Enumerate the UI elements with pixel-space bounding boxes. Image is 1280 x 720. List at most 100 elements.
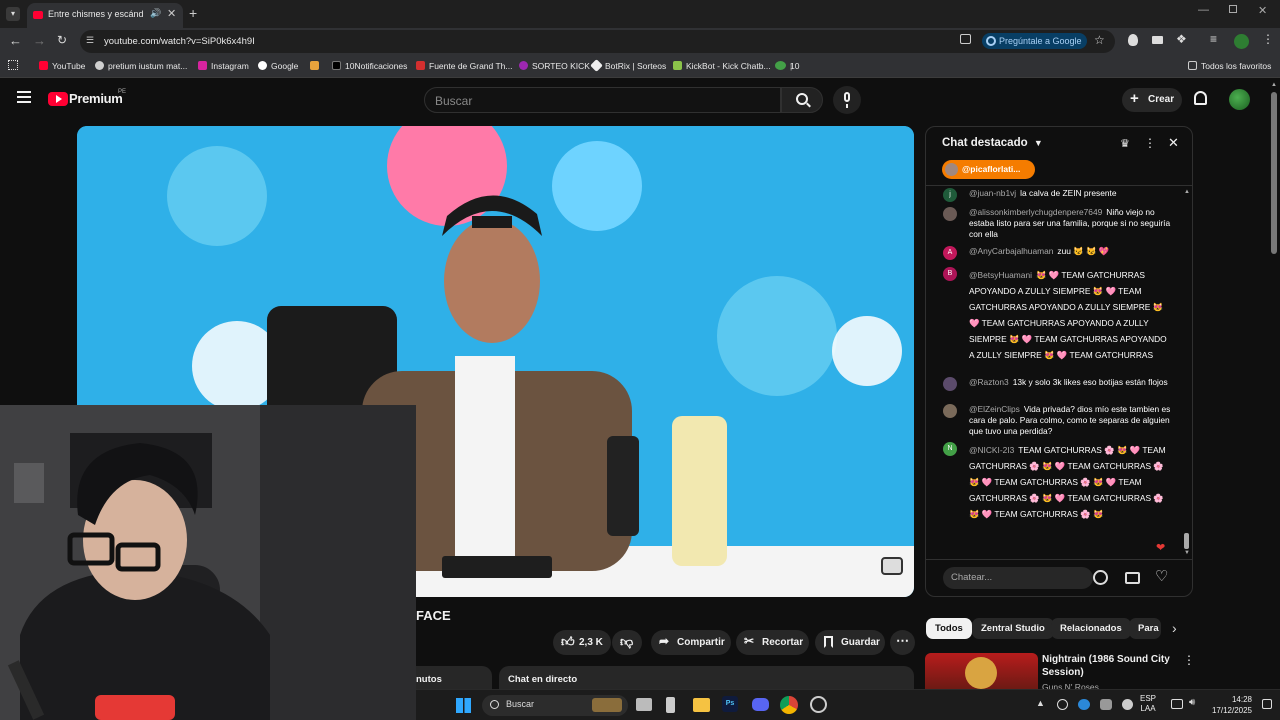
scroll-thumb[interactable]: [1184, 533, 1189, 549]
chip-related[interactable]: Relacionados: [1051, 618, 1131, 639]
page-scroll-up-icon[interactable]: ▲: [1271, 82, 1277, 88]
forward-icon[interactable]: →: [33, 33, 46, 48]
app-icon-2[interactable]: [810, 696, 827, 713]
extension-icon[interactable]: [1128, 34, 1138, 46]
url-field[interactable]: ☰ youtube.com/watch?v=SiP0k6x4h9I Pregún…: [80, 30, 1115, 53]
youtube-logo-text[interactable]: Premium: [69, 91, 123, 106]
chat-author[interactable]: @AnyCarbajalhuaman: [969, 246, 1053, 256]
tray-icon-3[interactable]: [1100, 699, 1112, 710]
scroll-up-icon[interactable]: ▲: [1184, 189, 1190, 195]
tray-expand-icon[interactable]: ▲: [1036, 698, 1045, 708]
crown-icon[interactable]: ♛: [1120, 137, 1130, 150]
chat-more-icon[interactable]: ⋮: [1144, 136, 1156, 150]
youtube-logo-icon[interactable]: [48, 92, 68, 106]
more-actions-button[interactable]: ⋯: [890, 630, 915, 655]
back-icon[interactable]: ←: [9, 33, 22, 48]
tab-list-button[interactable]: ▾: [6, 7, 20, 21]
chat-author[interactable]: @BetsyHuamani: [969, 270, 1032, 280]
discord-icon[interactable]: [752, 698, 769, 711]
volume-icon[interactable]: 🔊︎: [1189, 697, 1195, 708]
windows-start-icon[interactable]: [456, 698, 471, 713]
bookmark-sorteo-kick[interactable]: SORTEO KICK: [519, 61, 590, 71]
bookmark-instagram[interactable]: Instagram: [198, 61, 249, 71]
restore-window-icon[interactable]: [1229, 5, 1237, 13]
emoji-picker-icon[interactable]: [1093, 570, 1108, 585]
chat-author[interactable]: @ElZeinClips: [969, 404, 1020, 414]
page-scrollbar[interactable]: ▲: [1270, 82, 1278, 688]
tray-icon-1[interactable]: [1057, 699, 1068, 710]
search-input[interactable]: Buscar: [424, 87, 781, 113]
chat-message[interactable]: A @AnyCarbajalhuaman zuu 😼 😼 💖: [943, 246, 1171, 260]
guide-menu-icon[interactable]: [17, 91, 31, 103]
heart-like-icon[interactable]: ♡: [1155, 567, 1168, 585]
chips-next-icon[interactable]: ›: [1172, 620, 1177, 636]
create-button[interactable]: + Crear: [1122, 88, 1182, 112]
chat-author[interactable]: @juan-nb1vj: [969, 188, 1016, 198]
photoshop-icon[interactable]: Ps: [722, 696, 738, 712]
super-chat-icon[interactable]: [1125, 572, 1140, 584]
file-explorer-icon[interactable]: [693, 698, 710, 712]
cast-icon[interactable]: [960, 34, 971, 44]
chip-for-you[interactable]: Para: [1129, 618, 1161, 639]
search-button[interactable]: [781, 87, 823, 113]
info-panel-left[interactable]: nutos: [416, 666, 492, 690]
page-scroll-thumb[interactable]: [1271, 92, 1277, 254]
notification-center-icon[interactable]: [1262, 699, 1272, 709]
recommendation-thumbnail[interactable]: [925, 653, 1038, 689]
tray-icon-2[interactable]: [1078, 699, 1090, 710]
new-tab-icon[interactable]: +: [189, 5, 197, 21]
chat-message[interactable]: @alissonkimberlychugdenpere7649 Niño viej…: [943, 207, 1171, 240]
pinned-user-chip[interactable]: @picaflorlati...: [942, 160, 1035, 179]
close-tab-icon[interactable]: ✕: [167, 7, 176, 20]
chat-message[interactable]: N @NICKI-2I3 TEAM GATCHURRAS 🌸 😻 🩷 TEAM G…: [943, 442, 1171, 522]
audio-playing-icon[interactable]: 🔊: [150, 8, 161, 19]
bookmark-star-icon[interactable]: ☆: [1094, 33, 1105, 47]
extensions-puzzle-icon[interactable]: ❖: [1176, 32, 1187, 46]
taskbar-search[interactable]: Buscar: [482, 695, 628, 716]
bookmark-10[interactable]: 10: [775, 61, 799, 71]
share-button[interactable]: ➦ Compartir: [651, 630, 731, 655]
recommendation-title[interactable]: Nightrain (1986 Sound City Session): [1042, 653, 1172, 679]
bookmark-youtube[interactable]: YouTube: [39, 61, 85, 71]
all-favorites[interactable]: Todos los favoritos: [1188, 61, 1271, 71]
chat-scrollbar[interactable]: ▲ ▼: [1184, 189, 1190, 557]
site-info-icon[interactable]: ☰: [86, 35, 94, 46]
close-chat-icon[interactable]: ✕: [1168, 135, 1179, 151]
minimize-window-icon[interactable]: —: [1198, 4, 1209, 16]
close-window-icon[interactable]: ✕: [1258, 4, 1267, 17]
voice-search-button[interactable]: [833, 86, 861, 114]
extension-card-icon[interactable]: [1152, 36, 1163, 44]
scroll-down-icon[interactable]: ▼: [1184, 550, 1190, 556]
apps-grid-icon[interactable]: [8, 60, 18, 70]
notifications-bell-icon[interactable]: [1194, 91, 1207, 105]
chat-message[interactable]: j @juan-nb1vj la calva de ZEIN presente: [943, 188, 1171, 202]
chat-message[interactable]: @ElZeinClips Vida privada? dios mío este …: [943, 404, 1171, 437]
chip-all[interactable]: Todos: [926, 618, 972, 639]
bookmark-kickbot[interactable]: KickBot - Kick Chatb...: [673, 61, 771, 71]
like-button[interactable]: 👍︎ 2,3 K: [553, 630, 611, 655]
app-icon-1[interactable]: [666, 697, 675, 713]
ask-google-button[interactable]: Pregúntale a Google: [982, 33, 1087, 49]
reading-list-icon[interactable]: ≡: [1210, 32, 1217, 46]
save-button[interactable]: Guardar: [815, 630, 885, 655]
bookmark-pinwheel[interactable]: [310, 61, 323, 71]
browser-menu-icon[interactable]: ⋮: [1262, 32, 1274, 46]
chat-author[interactable]: @Razton3: [969, 377, 1009, 387]
live-chat-replay-panel[interactable]: Chat en directo: [499, 666, 914, 690]
chat-author[interactable]: @NICKI-2I3: [969, 445, 1014, 455]
chip-zentral-studio[interactable]: Zentral Studio: [972, 618, 1054, 639]
chrome-icon[interactable]: [780, 696, 798, 714]
browser-tab[interactable]: Entre chismes y escándalos 🔊 ✕: [27, 3, 183, 28]
chat-author[interactable]: @alissonkimberlychugdenpere7649: [969, 207, 1102, 217]
chat-mode-selector[interactable]: Chat destacado ▼: [942, 137, 1043, 149]
chat-message[interactable]: @Razton3 13k y solo 3k likes eso botijas …: [943, 377, 1171, 391]
bookmark-google[interactable]: Google: [258, 61, 298, 71]
clip-button[interactable]: ✂ Recortar: [736, 630, 809, 655]
bookmark-grand-theft[interactable]: Fuente de Grand Th...: [416, 61, 512, 71]
reload-icon[interactable]: ↻: [57, 33, 67, 47]
task-view-icon[interactable]: [636, 698, 652, 711]
profile-avatar[interactable]: [1234, 34, 1249, 49]
chat-message[interactable]: B @BetsyHuamani 😻 🩷 TEAM GATCHURRAS APOYA…: [943, 267, 1171, 363]
clock[interactable]: 14:28 17/12/2025: [1208, 694, 1252, 716]
bookmark-botrix[interactable]: BotRix | Sorteos: [590, 59, 666, 72]
